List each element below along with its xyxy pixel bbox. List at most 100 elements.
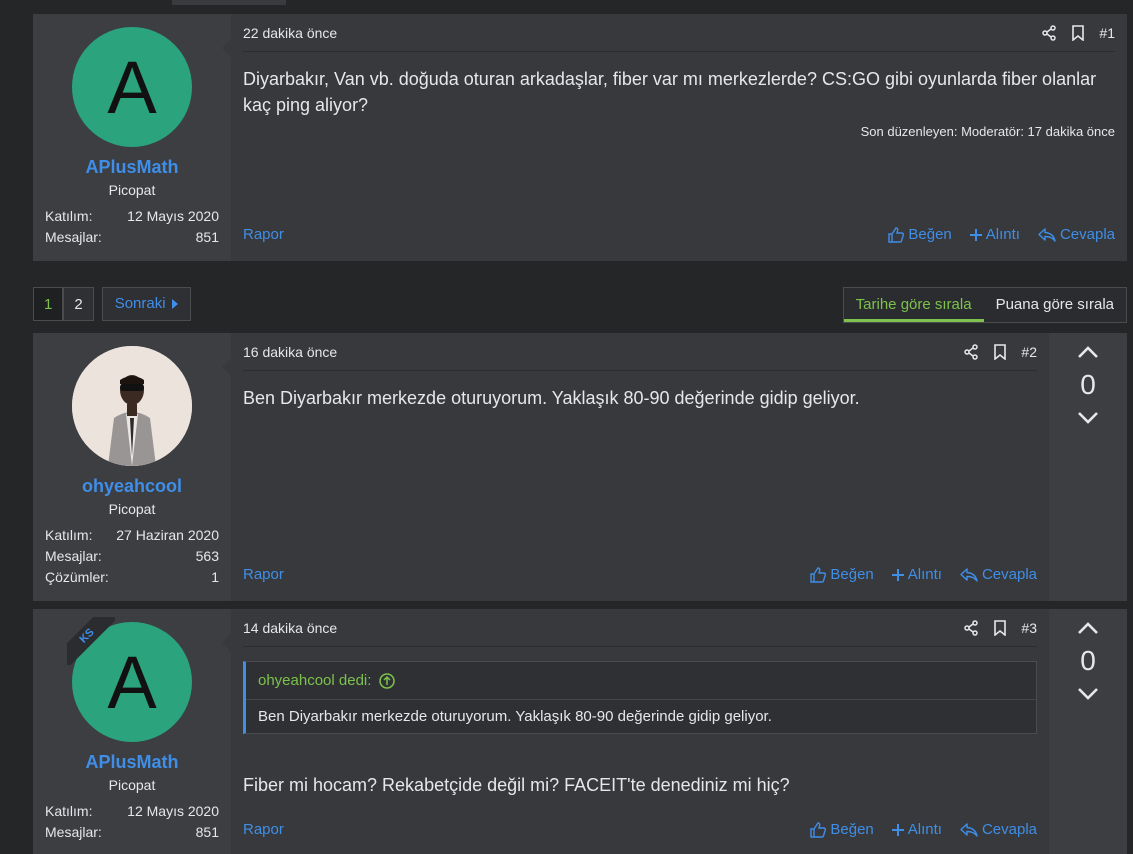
vote-score: 0 [1080, 645, 1096, 676]
post-main: 16 dakika önce #2 Ben Diyarbakır merkezd… [231, 333, 1049, 601]
reply-button[interactable]: Cevapla [960, 566, 1037, 583]
user-title: Picopat [108, 501, 156, 517]
like-label: Beğen [830, 566, 874, 583]
stat-value: 1 [211, 569, 219, 585]
bookmark-icon[interactable] [1071, 24, 1085, 41]
next-page-button[interactable]: Sonraki [101, 287, 191, 321]
post-header: 22 dakika önce #1 [243, 14, 1115, 52]
quote-button[interactable]: Alıntı [969, 226, 1020, 243]
stat-label: Katılım: [45, 208, 93, 224]
stat-label: Mesajlar: [45, 229, 102, 245]
stat-row: Mesajlar: 563 [45, 546, 219, 567]
post-footer: Rapor Beğen Alıntı Cevapla [243, 821, 1037, 838]
stat-value: 12 Mayıs 2020 [127, 208, 219, 224]
like-button[interactable]: Beğen [888, 226, 952, 243]
thumbs-up-icon [888, 226, 905, 243]
quote-block: ohyeahcool dedi: Ben Diyarbakır merkezde… [243, 661, 1037, 734]
reply-button[interactable]: Cevapla [1038, 226, 1115, 243]
page-1-button[interactable]: 1 [33, 287, 64, 321]
post-number[interactable]: #3 [1021, 620, 1037, 636]
share-icon[interactable] [1041, 24, 1057, 41]
stat-row: Mesajlar: 851 [45, 227, 219, 248]
avatar[interactable] [72, 346, 192, 466]
post-main: 14 dakika önce #3 ohyeahcool dedi: Ben D… [231, 609, 1049, 854]
quote-header[interactable]: ohyeahcool dedi: [246, 662, 1036, 700]
post-main: 22 dakika önce #1 Diyarbakır, Van vb. do… [231, 14, 1127, 261]
vote-panel: 0 [1049, 609, 1127, 854]
arrow-up-circle-icon[interactable] [379, 672, 396, 689]
stat-row: Çözümler: 1 [45, 567, 219, 588]
chevron-down-icon[interactable] [1077, 411, 1099, 425]
plus-icon [891, 823, 904, 836]
user-stats: Katılım: 12 Mayıs 2020 Mesajlar: 851 [45, 206, 219, 248]
like-button[interactable]: Beğen [810, 566, 874, 583]
top-nav-tab[interactable] [172, 0, 286, 5]
user-stats: Katılım: 27 Haziran 2020 Mesajlar: 563 Çöz… [45, 525, 219, 588]
quote-button[interactable]: Alıntı [891, 566, 942, 583]
reply-button[interactable]: Cevapla [960, 821, 1037, 838]
like-label: Beğen [908, 226, 952, 243]
like-button[interactable]: Beğen [810, 821, 874, 838]
post-header: 16 dakika önce #2 [243, 333, 1037, 371]
stat-label: Çözümler: [45, 569, 109, 585]
bookmark-icon[interactable] [993, 619, 1007, 636]
thumbs-up-icon [810, 566, 827, 583]
avatar-photo [72, 346, 192, 466]
stat-value: 851 [195, 824, 219, 840]
chevron-up-icon[interactable] [1077, 345, 1099, 359]
quote-author[interactable]: ohyeahcool dedi: [258, 672, 371, 689]
quote-button[interactable]: Alıntı [891, 821, 942, 838]
caret-right-icon [171, 299, 178, 309]
page-2-button[interactable]: 2 [63, 287, 94, 321]
plus-icon [891, 568, 904, 581]
stat-label: Mesajlar: [45, 824, 102, 840]
post-time[interactable]: 16 dakika önce [243, 344, 337, 360]
stat-label: Katılım: [45, 527, 93, 543]
quote-label: Alıntı [907, 821, 942, 838]
bookmark-icon[interactable] [993, 343, 1007, 360]
report-link[interactable]: Rapor [243, 566, 284, 583]
stat-label: Katılım: [45, 803, 93, 819]
post-2: ohyeahcool Picopat Katılım: 27 Haziran 20… [33, 333, 1127, 601]
reply-label: Cevapla [1059, 226, 1115, 243]
report-link[interactable]: Rapor [243, 821, 284, 838]
username[interactable]: ohyeahcool [33, 476, 231, 497]
vote-panel: 0 [1049, 333, 1127, 601]
stat-value: 27 Haziran 2020 [116, 527, 219, 543]
vote-score: 0 [1080, 369, 1096, 400]
user-panel: A KS APlusMath Picopat Katılım: 12 Mayıs … [33, 609, 232, 854]
stat-row: Katılım: 27 Haziran 2020 [45, 525, 219, 546]
sort-by-date-tab[interactable]: Tarihe göre sırala [843, 288, 984, 322]
post-body: Ben Diyarbakır merkezde oturuyorum. Yakl… [243, 388, 860, 408]
stat-value: 12 Mayıs 2020 [127, 803, 219, 819]
post-footer: Rapor Beğen Alıntı Cevapla [243, 566, 1037, 583]
post-body: Diyarbakır, Van vb. doğuda oturan arkada… [243, 69, 1097, 115]
reply-icon [1038, 227, 1056, 242]
sort-tabs: Tarihe göre sırala Puana göre sırala [842, 287, 1127, 323]
reply-icon [960, 567, 978, 582]
avatar[interactable]: A [72, 27, 192, 147]
edited-note: Son düzenleyen: Moderatör: 17 dakika önc… [860, 124, 1115, 139]
user-stats: Katılım: 12 Mayıs 2020 Mesajlar: 851 [45, 801, 219, 843]
stat-row: Mesajlar: 851 [45, 822, 219, 843]
staff-badge: KS [67, 617, 115, 665]
user-panel: A APlusMath Picopat Katılım: 12 Mayıs 202… [33, 14, 232, 261]
post-body: Fiber mi hocam? Rekabetçide değil mi? FA… [243, 775, 790, 795]
share-icon[interactable] [963, 619, 979, 636]
chevron-up-icon[interactable] [1077, 621, 1099, 635]
like-label: Beğen [830, 821, 874, 838]
username[interactable]: APlusMath [33, 752, 231, 773]
thumbs-up-icon [810, 821, 827, 838]
report-link[interactable]: Rapor [243, 226, 284, 243]
share-icon[interactable] [963, 343, 979, 360]
username[interactable]: APlusMath [33, 157, 231, 178]
sort-by-score-tab[interactable]: Puana göre sırala [984, 288, 1126, 322]
pagination: 1 2 Sonraki [33, 287, 191, 321]
post-time[interactable]: 14 dakika önce [243, 620, 337, 636]
chevron-down-icon[interactable] [1077, 687, 1099, 701]
post-time[interactable]: 22 dakika önce [243, 25, 337, 41]
post-number[interactable]: #1 [1099, 25, 1115, 41]
avatar[interactable]: A KS [67, 617, 192, 742]
post-number[interactable]: #2 [1021, 344, 1037, 360]
stat-value: 851 [195, 229, 219, 245]
